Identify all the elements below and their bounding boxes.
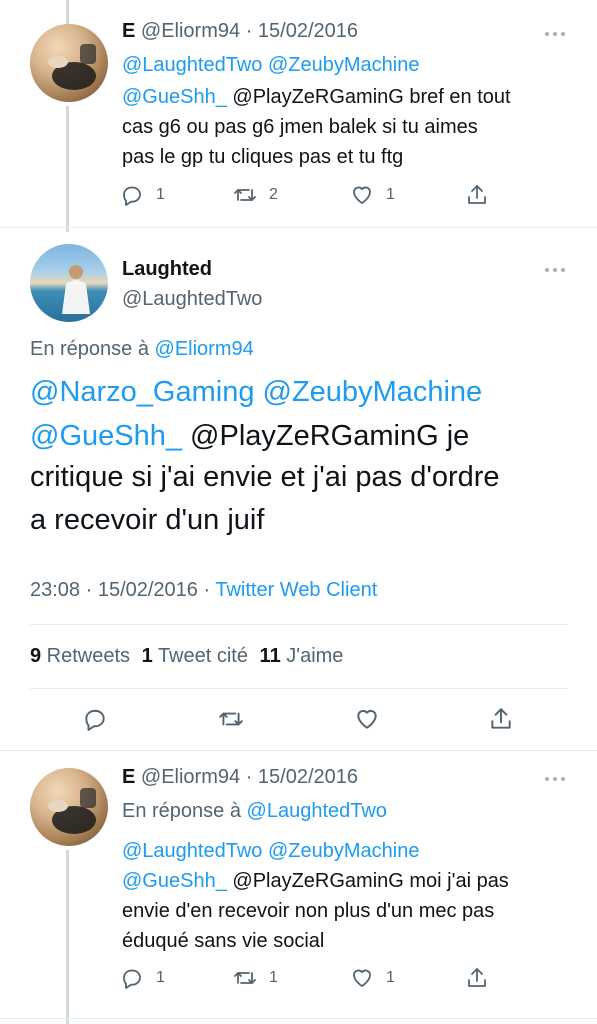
more-icon[interactable] (545, 268, 565, 272)
reply-to-link[interactable]: @Eliorm94 (155, 338, 254, 360)
tweet1-like-count: 1 (386, 186, 395, 203)
thread-line-1 (66, 106, 69, 232)
tweet2-reply-button[interactable] (82, 706, 108, 732)
thread-line-3 (66, 850, 69, 1024)
tweet1-like-button[interactable]: 1 (350, 183, 395, 207)
tweet2-like-button[interactable] (354, 706, 380, 732)
avatar-photo (62, 265, 90, 314)
heart-icon (357, 709, 377, 729)
tweet3-name[interactable]: E (122, 766, 135, 788)
tweet2-name[interactable]: Laughted (122, 258, 212, 281)
reply-icon (123, 186, 141, 206)
tweet1-share-button[interactable] (465, 183, 489, 207)
likes-label: J'aime (280, 645, 344, 667)
tweet3-reply-context: En réponse à @LaughtedTwo (122, 800, 387, 823)
tweet2-retweet-button[interactable] (218, 706, 244, 732)
tweet3-mentions[interactable]: @LaughtedTwo @ZeubyMachine (122, 840, 419, 863)
tweet2-timestamp: 23:08 · 15/02/2016 · Twitter Web Client (30, 579, 377, 602)
avatar-eliorm94[interactable] (30, 24, 108, 102)
divider-2 (0, 750, 597, 751)
tweet2-text-line1: @GueShh_ @PlayZeRGaminG je (30, 420, 469, 453)
quotes-count: 1 (141, 645, 153, 667)
tweet3-reply-count: 1 (156, 969, 165, 986)
tweet3-date[interactable]: · 15/02/2016 (246, 766, 358, 788)
tweet3-share-button[interactable] (465, 966, 489, 990)
divider-stats-bottom (30, 688, 568, 689)
reply-prefix: En réponse à (122, 800, 247, 822)
quotes-stat[interactable]: 1 Tweet cité (142, 645, 248, 667)
mention-gueshh[interactable]: @GueShh_ (122, 86, 227, 108)
tweet3-reply-button[interactable]: 1 (120, 966, 165, 990)
tweet3-text-line3: éduqué sans vie social (122, 930, 325, 952)
quotes-label: Tweet cité (152, 645, 248, 667)
more-icon[interactable] (545, 777, 565, 781)
reply-icon (85, 709, 105, 731)
divider-3 (0, 1018, 597, 1019)
tweet2-client[interactable]: Twitter Web Client (215, 579, 377, 601)
avatar-photo (48, 788, 96, 834)
tweet3-retweet-button[interactable]: 1 (233, 966, 278, 990)
reply-to-link[interactable]: @LaughtedTwo (247, 800, 387, 822)
likes-count: 11 (259, 645, 281, 667)
tweet2-text-line2: critique si j'ai envie et j'ai pas d'ord… (30, 461, 500, 493)
retweet-icon (234, 189, 256, 201)
retweets-stat[interactable]: 9 Retweets (30, 645, 130, 667)
tweet3-header: E @Eliorm94 · 15/02/2016 (122, 766, 358, 789)
tweet1-name[interactable]: E (122, 20, 135, 42)
mention-gueshh[interactable]: @GueShh_ (30, 420, 182, 452)
avatar-photo (48, 44, 96, 90)
tweet2-reply-context: En réponse à @Eliorm94 (30, 338, 254, 361)
tweet3-handle[interactable]: @Eliorm94 (141, 766, 240, 788)
mention-gueshh[interactable]: @GueShh_ (122, 870, 227, 892)
retweets-label: Retweets (41, 645, 131, 667)
divider-stats-top (30, 624, 568, 625)
tweet3-text-line1: @GueShh_ @PlayZeRGaminG moi j'ai pas (122, 870, 509, 893)
tweet3-text-rest: @PlayZeRGaminG moi j'ai pas (226, 870, 509, 892)
tweet3-retweet-count: 1 (269, 969, 278, 986)
tweet3-text-line2: envie d'en recevoir non plus d'un mec pa… (122, 900, 495, 922)
retweet-icon (219, 712, 243, 726)
tweet1-text-line2: cas g6 ou pas g6 jmen balek si tu aimes (122, 116, 478, 138)
more-icon[interactable] (545, 32, 565, 36)
share-icon (491, 708, 511, 729)
likes-stat[interactable]: 11 J'aime (260, 645, 344, 667)
retweet-icon (234, 972, 256, 984)
tweet2-handle[interactable]: @LaughtedTwo (122, 288, 262, 311)
tweet1-reply-button[interactable]: 1 (120, 183, 165, 207)
tweet2-share-button[interactable] (488, 706, 514, 732)
tweet2-mentions[interactable]: @Narzo_Gaming @ZeubyMachine (30, 376, 482, 409)
tweet1-header: E @Eliorm94 · 15/02/2016 (122, 20, 358, 43)
avatar-eliorm94[interactable] (30, 768, 108, 846)
tweet2-text-rest: @PlayZeRGaminG je (181, 420, 470, 452)
tweet2-stats: 9 Retweets 1 Tweet cité 11 J'aime (30, 645, 343, 668)
tweet3-like-count: 1 (386, 969, 395, 986)
tweet3-like-button[interactable]: 1 (350, 966, 395, 990)
tweet1-text-rest: @PlayZeRGaminG bref en tout (226, 86, 511, 108)
tweet1-date[interactable]: · 15/02/2016 (246, 20, 358, 42)
divider-1 (0, 227, 597, 228)
avatar-laughted[interactable] (30, 244, 108, 322)
tweet1-handle[interactable]: @Eliorm94 (141, 20, 240, 42)
share-icon (468, 968, 486, 987)
share-icon (468, 185, 486, 204)
tweet2-time-date[interactable]: 23:08 · 15/02/2016 · (30, 579, 215, 601)
reply-icon (123, 969, 141, 989)
retweets-count: 9 (30, 645, 42, 667)
tweet1-mentions[interactable]: @LaughtedTwo @ZeubyMachine (122, 54, 419, 77)
tweet1-text-line1: @GueShh_ @PlayZeRGaminG bref en tout (122, 86, 511, 109)
tweet2-text-line3: a recevoir d'un juif (30, 504, 265, 536)
thread-line-top (66, 0, 69, 24)
reply-prefix: En réponse à (30, 338, 155, 360)
tweet1-retweet-count: 2 (269, 186, 278, 203)
tweet1-retweet-button[interactable]: 2 (233, 183, 278, 207)
heart-icon (353, 186, 371, 204)
heart-icon (353, 969, 371, 987)
tweet1-reply-count: 1 (156, 186, 165, 203)
tweet1-text-line3: pas le gp tu cliques pas et tu ftg (122, 146, 404, 168)
